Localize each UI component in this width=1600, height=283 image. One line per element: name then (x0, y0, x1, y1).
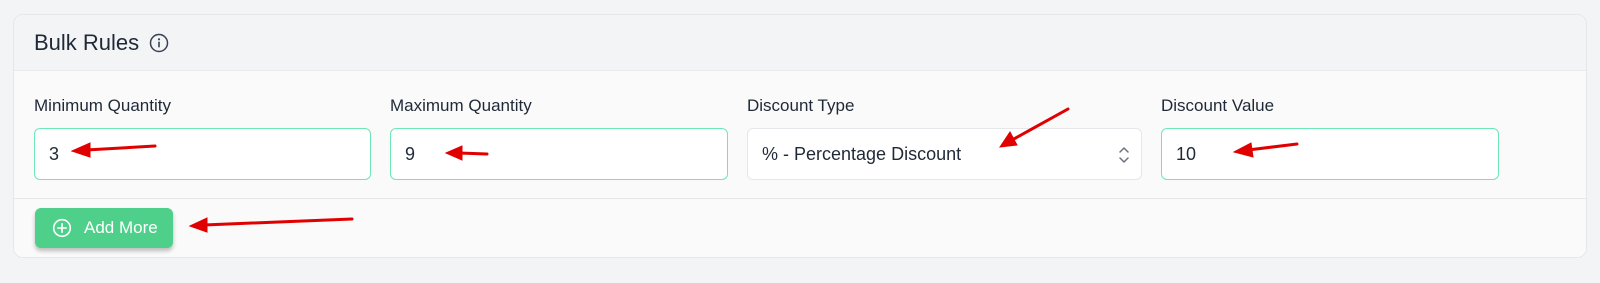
add-more-button[interactable]: Add More (35, 208, 173, 248)
discount-type-selected: % - Percentage Discount (762, 143, 962, 164)
chevron-up-down-icon (1117, 144, 1131, 166)
min-quantity-label: Minimum Quantity (34, 96, 171, 115)
discount-type-label: Discount Type (747, 96, 855, 115)
plus-circle-icon (52, 218, 72, 238)
card-header: Bulk Rules (14, 15, 1586, 71)
max-quantity-label: Maximum Quantity (390, 96, 532, 115)
add-more-label: Add More (84, 218, 158, 237)
max-quantity-input[interactable] (390, 128, 728, 180)
bulk-rules-card: Bulk Rules Minimum Quantity Maximum Quan… (13, 14, 1587, 258)
discount-value-label: Discount Value (1161, 96, 1275, 115)
discount-value-field: Discount Value (1161, 95, 1499, 180)
discount-type-field: Discount Type % - Percentage Discount (747, 95, 1142, 180)
max-quantity-field: Maximum Quantity (390, 95, 728, 180)
card-footer: Add More (14, 199, 1586, 257)
section-title: Bulk Rules (34, 29, 140, 55)
info-icon[interactable] (149, 33, 169, 53)
min-quantity-input[interactable] (34, 128, 371, 180)
rule-row: Minimum Quantity Maximum Quantity Discou… (14, 71, 1586, 199)
discount-type-select[interactable]: % - Percentage Discount (747, 128, 1142, 180)
discount-value-input[interactable] (1161, 128, 1499, 180)
min-quantity-field: Minimum Quantity (34, 95, 371, 180)
